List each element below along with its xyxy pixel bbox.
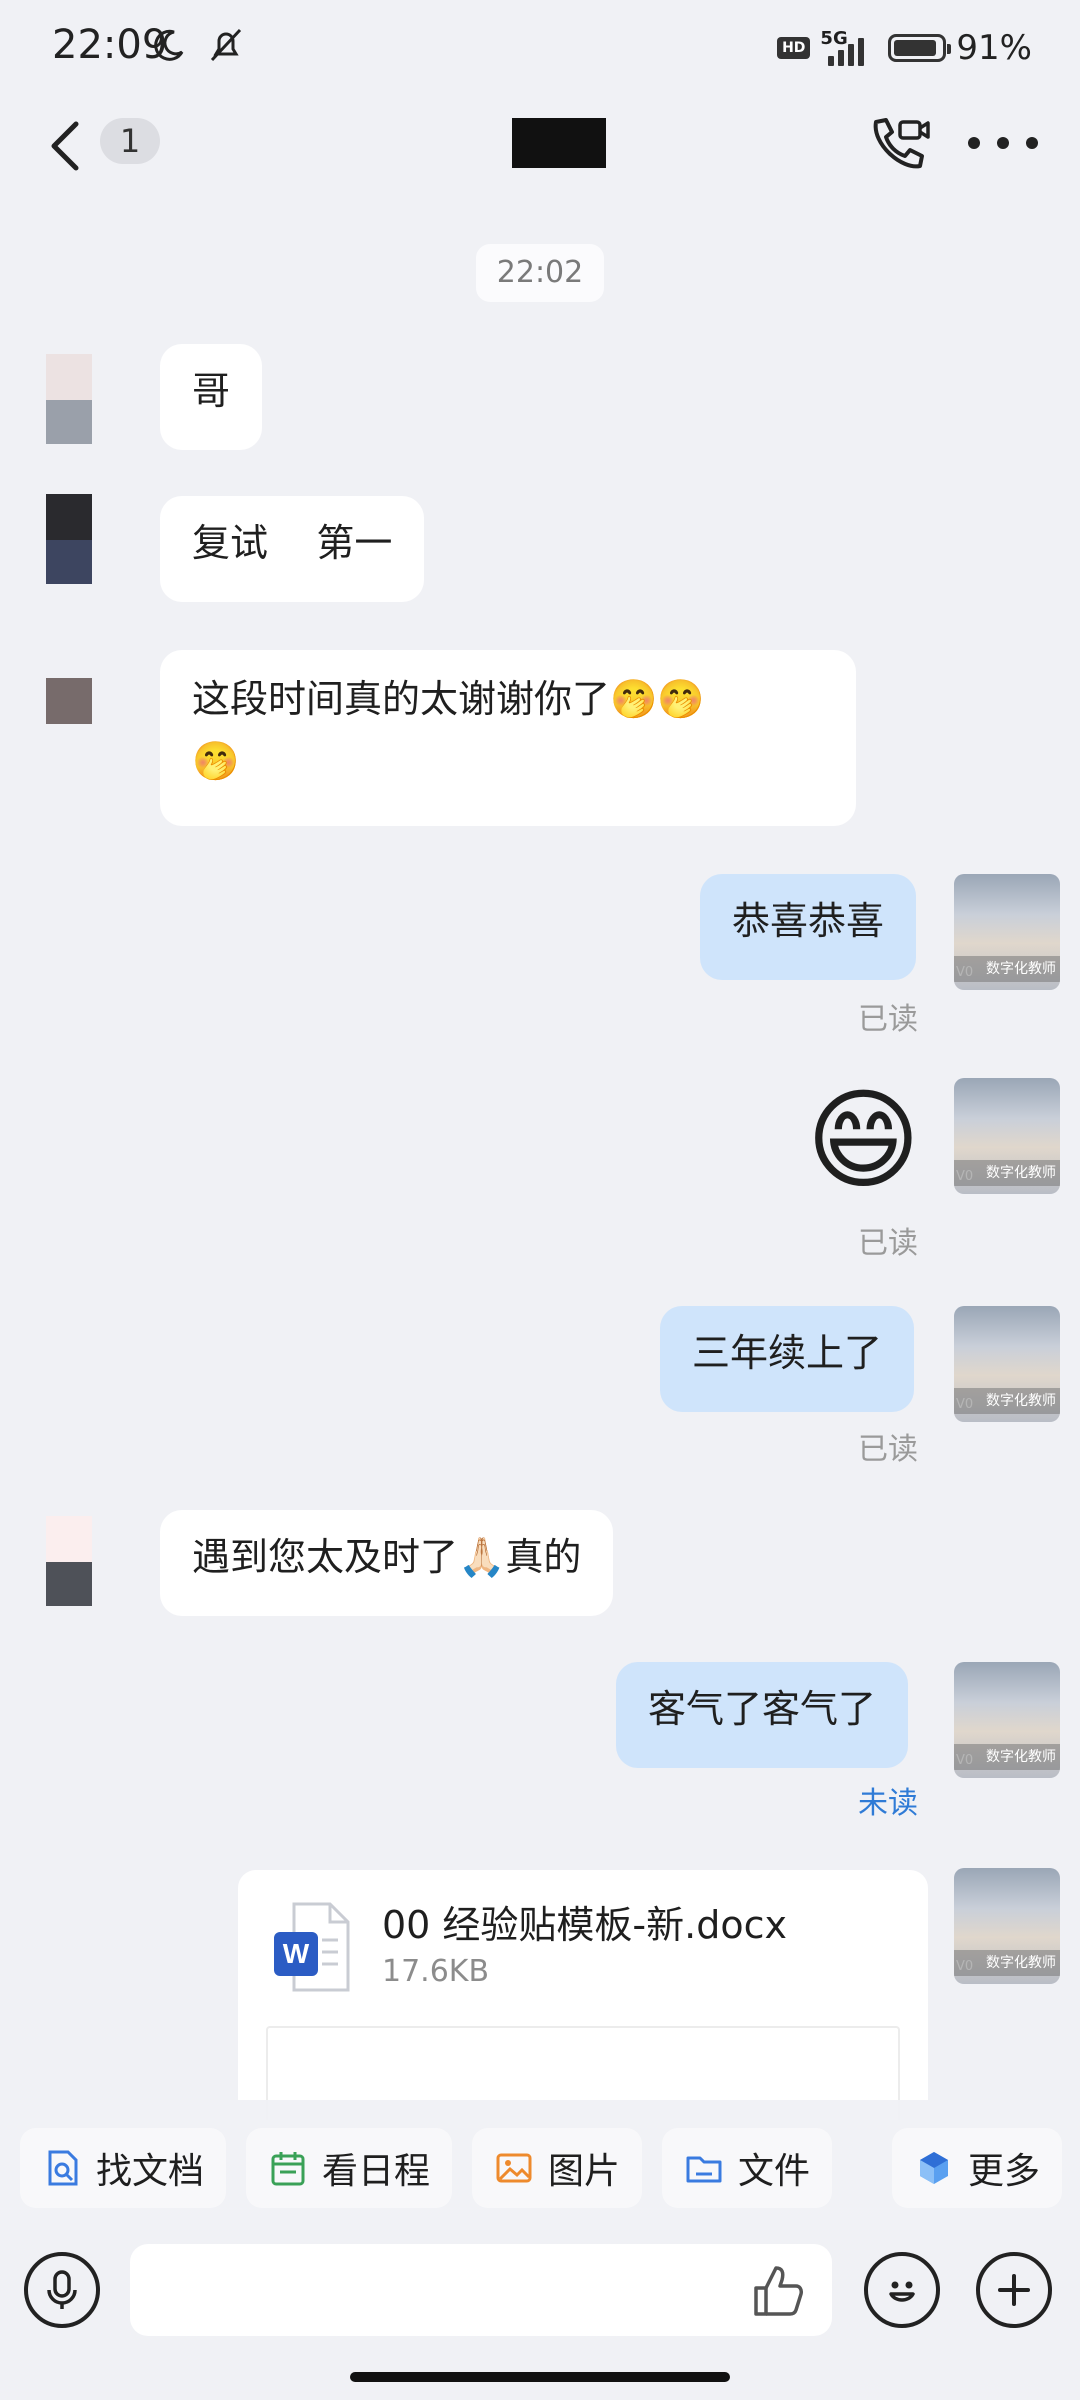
time-separator: 22:02	[476, 244, 604, 302]
voice-input-button[interactable]	[24, 2252, 100, 2328]
message-bubble[interactable]: 这段时间真的太谢谢你了🤭🤭 🤭	[160, 650, 856, 826]
read-status: 已读	[858, 1226, 918, 1261]
folder-icon	[686, 2156, 722, 2183]
file-name: 00 经验贴模板-新.docx	[382, 1903, 787, 1947]
message-bubble[interactable]: 三年续上了	[660, 1306, 915, 1412]
chip-label: 文件	[738, 2151, 811, 2192]
files-button[interactable]: 文件	[662, 2128, 833, 2208]
chip-label: 图片	[548, 2151, 621, 2192]
phone-video-icon	[873, 118, 930, 169]
calendar-icon	[271, 2152, 305, 2186]
redacted-title	[512, 118, 606, 168]
chip-label: 更多	[968, 2151, 1041, 2192]
more-apps-button[interactable]: 更多	[892, 2128, 1063, 2208]
image-icon	[496, 2153, 532, 2183]
status-bar: 22:09 HD 5G 91%	[0, 0, 1080, 96]
thumbs-up-icon	[754, 2266, 803, 2316]
emoji-button[interactable]	[864, 2252, 940, 2328]
avatar-caption: 数字化教师	[954, 1950, 1060, 1976]
chat-header: 1	[0, 96, 1080, 206]
file-size: 17.6KB	[382, 1954, 490, 1989]
avatar-self[interactable]: V0 数字化教师	[954, 1662, 1060, 1778]
avatar-self[interactable]: V0 数字化教师	[954, 1078, 1060, 1194]
call-button[interactable]	[862, 110, 934, 182]
avatar-caption: 数字化教师	[954, 956, 1060, 982]
avatar-caption: 数字化教师	[954, 1744, 1060, 1770]
bell-muted-icon	[206, 26, 246, 68]
message-bubble[interactable]: 客气了客气了	[616, 1662, 909, 1768]
more-options-button[interactable]	[968, 118, 1038, 168]
moon-icon	[152, 28, 186, 66]
read-status: 已读	[858, 1432, 918, 1467]
avatar-caption: 数字化教师	[954, 1160, 1060, 1186]
more-apps-icon	[920, 2152, 948, 2184]
avatar[interactable]	[0, 656, 96, 752]
chip-label: 看日程	[322, 2151, 431, 2192]
message-bubble[interactable]: 哥	[160, 344, 263, 450]
smiley-icon	[889, 2281, 915, 2302]
avatar[interactable]	[0, 490, 96, 586]
home-indicator[interactable]	[350, 2372, 730, 2382]
message-bubble[interactable]: 复试 第一	[160, 496, 425, 602]
dot-icon	[1026, 137, 1038, 149]
message-text: 这段时间真的太谢谢你了🤭🤭	[192, 677, 705, 721]
like-button[interactable]	[746, 2260, 808, 2322]
battery-percent: 91%	[956, 28, 1032, 68]
dot-icon	[997, 137, 1009, 149]
quick-action-bar: 找文档 看日程 图片 文件 更多	[0, 2100, 1080, 2230]
avatar-self[interactable]: V0 数字化教师	[954, 1306, 1060, 1422]
svg-text:W: W	[283, 1938, 310, 1969]
unread-status: 未读	[858, 1786, 918, 1821]
status-time: 22:09	[52, 22, 168, 68]
dot-icon	[968, 137, 980, 149]
signal-icon: 5G	[820, 28, 878, 68]
read-status: 已读	[858, 1002, 918, 1037]
emoji-message[interactable]: 😄	[806, 1080, 921, 1200]
status-indicators: HD 5G 91%	[777, 28, 1032, 68]
message-input[interactable]	[130, 2244, 832, 2336]
avatar[interactable]	[0, 1512, 96, 1608]
chip-label: 找文档	[96, 2151, 205, 2192]
message-text: 🤭	[192, 739, 240, 783]
microphone-icon	[47, 2270, 77, 2309]
battery-icon	[888, 34, 952, 62]
plus-icon	[998, 2274, 1030, 2306]
back-button[interactable]	[40, 114, 100, 178]
message-bubble[interactable]: 恭喜恭喜	[700, 874, 917, 980]
message-bubble[interactable]: 遇到您太及时了🙏🏻真的	[160, 1510, 614, 1616]
avatar-self[interactable]: V0 数字化教师	[954, 1868, 1060, 1984]
doc-search-icon	[48, 2150, 78, 2186]
avatar-caption: 数字化教师	[954, 1388, 1060, 1414]
view-schedule-button[interactable]: 看日程	[246, 2128, 453, 2208]
add-attachment-button[interactable]	[976, 2252, 1052, 2328]
chevron-left-icon	[51, 121, 79, 171]
word-document-icon: W	[272, 1900, 354, 1996]
images-button[interactable]: 图片	[472, 2128, 643, 2208]
avatar[interactable]	[0, 350, 96, 446]
find-docs-button[interactable]: 找文档	[20, 2128, 227, 2208]
hd-badge: HD	[777, 37, 811, 59]
file-message-card[interactable]: W 00 经验贴模板-新.docx 17.6KB	[238, 1870, 928, 2120]
unread-count-badge[interactable]: 1	[100, 118, 160, 164]
avatar-self[interactable]: V0 数字化教师	[954, 874, 1060, 990]
